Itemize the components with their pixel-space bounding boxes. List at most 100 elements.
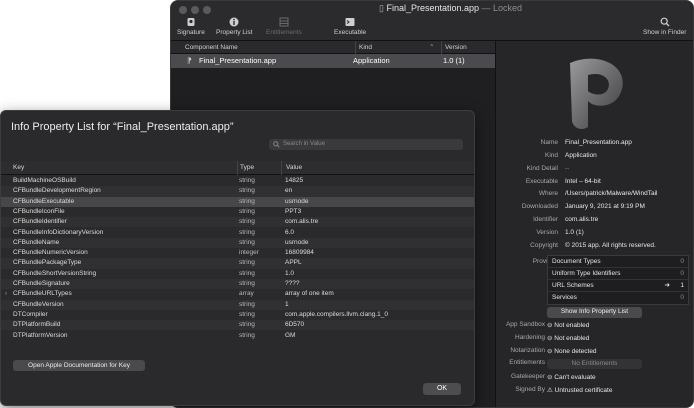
minimize-window-button[interactable] <box>191 6 199 14</box>
info-property-list-sheet: Info Property List for “Final_Presentati… <box>0 110 475 406</box>
row-key: CFBundleName <box>13 238 60 246</box>
row-type: integer <box>239 249 259 257</box>
sort-chevron-icon: ⌃ <box>429 44 435 51</box>
info-label-downloaded: Downloaded <box>521 203 558 210</box>
provides-item-count: 0 <box>680 258 684 265</box>
table-row[interactable]: DTCompiler string com.apple.compilers.llvm… <box>1 310 474 320</box>
security-value-text: Can't evaluate <box>554 374 596 381</box>
row-value: usrnode <box>285 238 309 246</box>
info-value-where: /Users/patrick/Malware/WindTail <box>565 190 658 197</box>
table-row[interactable]: CFBundleIdentifier string com.alis.tre <box>1 217 474 228</box>
security-label-gatekeeper: Gatekeeper <box>511 373 545 380</box>
show-info-property-list-button[interactable]: Show Info Property List <box>547 307 642 318</box>
column-key[interactable]: Key <box>13 161 24 175</box>
provides-item-count: 0 <box>680 294 684 301</box>
row-value: 1 <box>285 300 289 308</box>
terminal-icon <box>345 18 355 26</box>
security-value-text: Not enabled <box>554 322 590 329</box>
provides-item-name: Services <box>552 294 577 301</box>
toolbar-entitlements-label: Entitlements <box>266 29 302 36</box>
entitlements-icon <box>279 17 289 27</box>
info-label-where: Where <box>538 190 558 197</box>
row-type: string <box>239 228 255 236</box>
info-value-kind: Application <box>565 152 597 159</box>
provides-item[interactable]: Services 0 <box>548 292 688 304</box>
table-row[interactable]: CFBundlePackageType string APPL <box>1 258 474 269</box>
row-key: CFBundleDevelopmentRegion <box>13 187 101 195</box>
show-in-finder-button[interactable]: Show in Finder <box>643 17 686 36</box>
info-label-identifier: Identifier <box>533 216 558 223</box>
row-key: CFBundleNumericVersion <box>13 249 88 257</box>
column-value[interactable]: Value <box>281 161 302 175</box>
security-value-gatekeeper: ⊖ Can't evaluate <box>547 373 596 381</box>
open-apple-documentation-button[interactable]: Open Apple Documentation for Key <box>13 360 145 371</box>
toolbar-property-list-button[interactable]: Property List <box>216 17 253 36</box>
row-key: DTPlatformBuild <box>13 321 61 329</box>
app-glyph-icon: ⁋ <box>187 56 192 65</box>
toolbar-property-list-label: Property List <box>216 29 253 36</box>
security-label-signed-by: Signed By <box>515 386 545 393</box>
security-label-sandbox: App Sandbox <box>505 321 545 328</box>
close-window-button[interactable] <box>179 6 187 14</box>
table-row[interactable]: CFBundleVersion string 1 <box>1 299 474 310</box>
table-row[interactable]: CFBundleName string usrnode <box>1 237 474 249</box>
component-row-kind: Application <box>353 56 390 65</box>
security-value-notarization: ⊖ None detected <box>547 347 597 355</box>
info-label-copyright: Copyright <box>530 242 558 249</box>
search-value-input[interactable]: Search in Value <box>269 139 463 150</box>
magnifier-icon <box>660 17 670 27</box>
signature-icon <box>187 18 195 26</box>
table-row[interactable]: CFBundleNumericVersion integer 16809984 <box>1 248 474 258</box>
zoom-window-button[interactable] <box>203 6 211 14</box>
row-key: CFBundleIconFile <box>13 207 65 215</box>
row-key: DTCompiler <box>13 310 48 318</box>
table-row[interactable]: BuildMachineOSBuild string 14825 <box>1 176 474 186</box>
table-row[interactable]: DTPlatformBuild string 6D570 <box>1 320 474 331</box>
row-value: ???? <box>285 280 300 287</box>
row-value: GM <box>285 331 296 339</box>
column-version[interactable]: Version <box>441 41 467 54</box>
table-row[interactable]: CFBundleDevelopmentRegion string en <box>1 186 474 197</box>
plist-table-header: Key Type Value <box>1 161 474 175</box>
table-row[interactable]: CFBundleExecutable string usrnode <box>1 196 474 207</box>
toolbar-executable-button[interactable]: Executable <box>334 17 366 36</box>
arrow-right-circle-icon[interactable]: ➔ <box>665 280 670 292</box>
provides-item-count: 0 <box>680 270 684 277</box>
provides-item-name: Document Types <box>552 258 601 265</box>
row-value: usrnode <box>285 197 309 205</box>
table-row[interactable]: CFBundleIconFile string PPT3 <box>1 207 474 217</box>
search-icon <box>273 141 280 148</box>
ok-button[interactable]: OK <box>423 383 461 395</box>
column-kind[interactable]: Kind <box>355 41 372 54</box>
security-value-text: Not enabled <box>554 335 590 342</box>
toolbar-signature-button[interactable]: Signature <box>177 17 205 36</box>
row-value: array of one item <box>285 290 334 298</box>
row-type: string <box>239 331 255 339</box>
row-key: CFBundleVersion <box>13 300 64 308</box>
disclosure-triangle-icon[interactable]: › <box>5 289 7 299</box>
column-type[interactable]: Type <box>237 161 254 175</box>
row-type: string <box>239 259 255 267</box>
column-component-name[interactable]: Component Name <box>185 41 238 54</box>
provides-item[interactable]: Document Types 0 <box>548 256 688 268</box>
component-row[interactable]: ⁋ Final_Presentation.app Application 1.0… <box>171 54 495 68</box>
table-row[interactable]: CFBundleShortVersionString string 1.0 <box>1 269 474 279</box>
security-value-text: Untrusted certificate <box>554 387 613 394</box>
window-titlebar: ▯ Final_Presentation.app — Locked Signat… <box>171 1 693 41</box>
table-row[interactable]: › CFBundleURLTypes array array of one item <box>1 289 474 299</box>
security-value-hardening: ⊖ Not enabled <box>547 334 589 342</box>
security-label-notarization: Notarization <box>510 347 545 354</box>
provides-item[interactable]: Uniform Type Identifiers 0 <box>548 268 688 280</box>
table-row[interactable]: DTPlatformVersion string GM <box>1 331 474 341</box>
row-type: string <box>239 280 255 287</box>
provides-item-name: Uniform Type Identifiers <box>552 270 621 277</box>
table-row[interactable]: CFBundleInfoDictionaryVersion string 6.0 <box>1 228 474 238</box>
row-type: string <box>239 300 255 308</box>
provides-item[interactable]: URL Schemes 1 ➔ <box>548 280 688 292</box>
toolbar-entitlements-button[interactable]: Entitlements <box>266 17 302 36</box>
row-value: com.apple.compilers.llvm.clang.1_0 <box>285 310 388 318</box>
security-label-hardening: Hardening <box>515 334 545 341</box>
table-row[interactable]: CFBundleSignature string???? <box>1 279 474 290</box>
no-entitlements-button[interactable]: No Entitlements <box>547 359 642 369</box>
row-type: string <box>239 238 255 246</box>
